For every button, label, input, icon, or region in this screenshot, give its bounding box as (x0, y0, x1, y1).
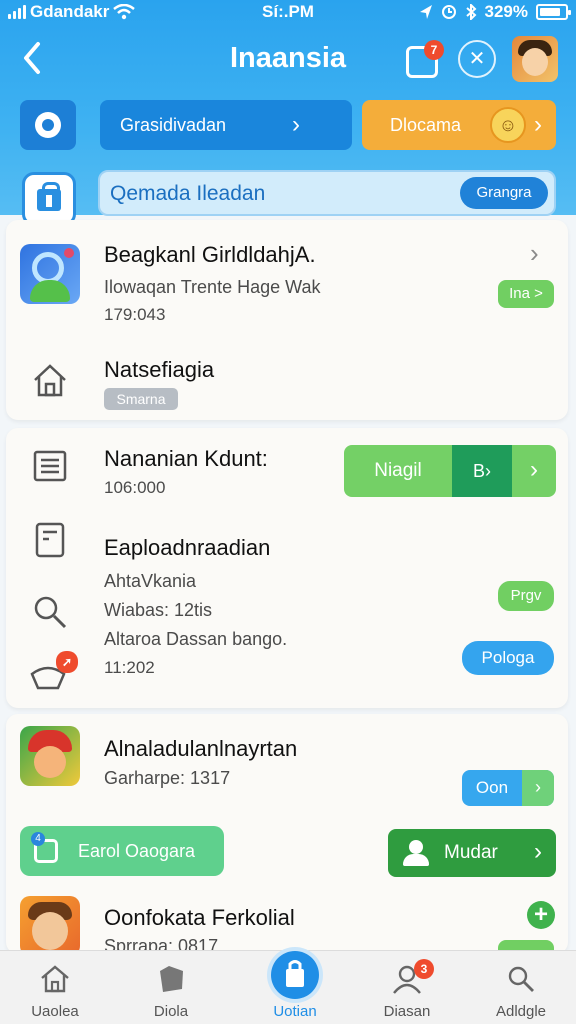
header: Gdandakr Sí:.PM 329% Inaansia 7 ✕ Grasid… (0, 0, 576, 226)
user-icon (402, 840, 430, 866)
battery-icon (536, 4, 571, 20)
orange-action-label: Dlocama (390, 115, 462, 135)
action-chip[interactable]: Pologa (462, 641, 554, 675)
notification-badge: ➚ (56, 651, 78, 673)
mini-badge: 4 (31, 832, 45, 846)
user-action-button[interactable]: Mudar › (388, 829, 556, 877)
list-item-subtitle: Garharpe: 1317 (104, 768, 231, 788)
green-action-button[interactable]: 4 Earol Oaogara (20, 826, 224, 876)
camera-icon (35, 112, 61, 138)
tag-chip: Smarna (104, 388, 178, 410)
bluetooth-icon (465, 4, 476, 20)
app-icon[interactable] (20, 726, 80, 786)
search-button[interactable]: Grangra (460, 177, 548, 209)
list-item-title: Oonfokata Ferkolial (104, 905, 295, 930)
nav-item-home[interactable]: Uaolea (0, 951, 110, 1024)
search-icon (508, 966, 534, 992)
blue-action-button[interactable]: Grasidivadan › (100, 100, 352, 150)
list-item-value: 11:202 (104, 658, 155, 677)
status-bar: Gdandakr Sí:.PM 329% (0, 0, 576, 26)
list-item-line: Altaroa Dassan bango. (104, 629, 288, 649)
status-chip[interactable]: Ina > (498, 280, 554, 308)
bottom-nav: Uaolea Diola Uotian 3 Diasan Adldgle (0, 950, 576, 1024)
blue-action-label: Grasidivadan (120, 115, 227, 135)
nav-label: Diasan (383, 1003, 431, 1020)
list-item-value: 179:043 (104, 305, 166, 324)
tablet-icon: 4 (31, 832, 58, 863)
list-icon (33, 450, 67, 482)
search-input[interactable] (110, 178, 450, 210)
list-item-title: Beagkanl GirldldahjA. (104, 242, 316, 267)
split-action-label: Niagil (374, 460, 422, 481)
x-icon: ✕ (468, 48, 486, 70)
split-action-button[interactable]: Niagil B› › (344, 445, 556, 497)
chevron-right-icon: › (534, 111, 542, 138)
avatar[interactable] (512, 36, 558, 82)
list-item-title: Nananian Kdunt: (104, 446, 268, 471)
orange-action-button[interactable]: Dlocama ☺ › (362, 100, 556, 150)
list-item-subtitle: Ilowaqan Trente Hage Wak (104, 277, 321, 297)
nav-label: Diola (153, 1003, 189, 1020)
nav-label: Uaolea (31, 1003, 79, 1020)
open-button-label: Oon (475, 778, 509, 797)
top-bar: Inaansia 7 ✕ (0, 30, 576, 90)
nav-item-shop[interactable]: Uotian (240, 951, 350, 1024)
chevron-right-icon: › (292, 111, 300, 138)
search-icon (34, 596, 67, 629)
home-icon (41, 965, 69, 993)
battery-percent: 329% (484, 2, 528, 21)
chevron-right-icon[interactable]: › (530, 238, 539, 269)
tag-icon (160, 966, 183, 992)
notification-badge: 3 (414, 959, 434, 979)
notification-badge: 7 (424, 40, 444, 60)
status-chip[interactable]: Prgv (498, 581, 554, 611)
quick-action-row: Grasidivadan › Dlocama ☺ › (0, 98, 576, 152)
list-item-title: Natsefiagia (104, 357, 215, 382)
status-right: 329% (419, 2, 571, 22)
shop-button[interactable] (22, 172, 76, 226)
split-action-middle: B› (452, 445, 512, 497)
bag-icon (37, 182, 61, 211)
app-icon[interactable] (20, 896, 80, 956)
nav-item-profile[interactable]: 3 Diasan (352, 951, 462, 1024)
app-icon[interactable] (20, 244, 80, 304)
list-item-value: 106:000 (104, 478, 166, 497)
search-bar: Grangra (98, 170, 556, 216)
clipboard-button[interactable]: 7 (404, 40, 444, 80)
camera-button[interactable] (20, 100, 76, 150)
list-item-title: Eaploadnraadian (104, 535, 271, 560)
chevron-right-icon: › (530, 456, 538, 483)
green-action-label: Earol Oaogara (78, 841, 196, 861)
document-icon (35, 522, 65, 558)
chevron-right-icon: › (522, 770, 554, 806)
nav-item-tag[interactable]: Diola (116, 951, 226, 1024)
user-action-label: Mudar (444, 842, 498, 863)
add-icon[interactable]: + (527, 901, 555, 929)
alarm-icon (441, 5, 456, 19)
location-icon (419, 5, 432, 19)
search-row: Grangra (0, 164, 576, 226)
chevron-right-icon: › (534, 838, 542, 865)
nav-label: Adldgle (495, 1003, 547, 1020)
home-icon (34, 364, 66, 397)
list-item-line: AhtaVkania (104, 571, 197, 591)
open-button[interactable]: Oon › (462, 770, 554, 806)
emoji-icon: ☺ (490, 107, 526, 143)
bag-icon (271, 951, 319, 999)
close-button[interactable]: ✕ (458, 40, 496, 78)
list-item-title: Alnaladulanlnayrtan (104, 736, 298, 761)
nav-item-search[interactable]: Adldgle (466, 951, 576, 1024)
nav-label: Uotian (273, 1003, 317, 1020)
list-item-line: Wiabas: 12tis (104, 600, 213, 620)
